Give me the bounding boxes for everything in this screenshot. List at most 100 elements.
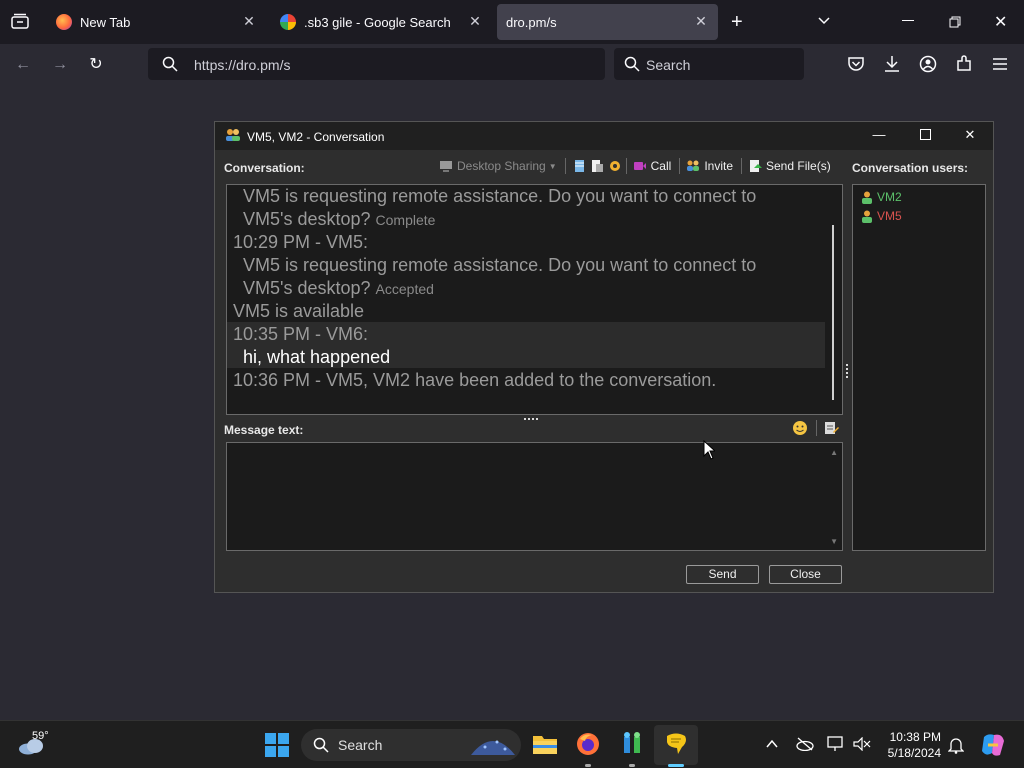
settings-icon[interactable] xyxy=(608,159,622,173)
minimize-icon[interactable]: — xyxy=(869,127,889,142)
invite-button[interactable]: Invite xyxy=(686,159,733,173)
scrollbar[interactable] xyxy=(832,225,834,400)
tab-label: .sb3 gile - Google Search xyxy=(304,14,451,30)
invite-users-icon xyxy=(687,160,700,171)
message-line: VM5 is requesting remote assistance. Do … xyxy=(243,255,757,275)
taskbar-search-box[interactable]: Search xyxy=(301,729,521,761)
document-icon[interactable] xyxy=(590,159,604,173)
scroll-down-icon[interactable]: ▼ xyxy=(830,537,838,546)
volume-muted-icon[interactable] xyxy=(853,737,871,751)
conversation-users-label: Conversation users: xyxy=(852,161,969,175)
weather-temperature: 59° xyxy=(32,730,49,742)
close-button[interactable]: Close xyxy=(769,565,842,584)
toolbar-separator xyxy=(741,158,742,174)
windows-start-icon[interactable] xyxy=(265,733,289,757)
taskbar-search-label: Search xyxy=(338,737,383,753)
call-button[interactable]: Call xyxy=(633,159,671,173)
desktop-sharing-button[interactable]: Desktop Sharing ▼ xyxy=(439,159,557,173)
chevron-up-icon[interactable] xyxy=(765,738,779,750)
tab-overview-icon[interactable] xyxy=(11,13,29,29)
search-highlight-icon xyxy=(471,740,515,755)
user-icon xyxy=(862,191,872,204)
close-tab-icon[interactable]: ✕ xyxy=(468,14,482,28)
request-status: Complete xyxy=(375,212,436,228)
forward-arrow-icon[interactable]: → xyxy=(50,55,70,75)
send-button[interactable]: Send xyxy=(686,565,759,584)
tab-google-search[interactable]: .sb3 gile - Google Search ✕ xyxy=(268,4,492,40)
reload-icon[interactable]: ↻ xyxy=(86,55,106,75)
back-arrow-icon[interactable]: ← xyxy=(13,55,33,75)
new-tab-icon[interactable]: + xyxy=(731,12,743,32)
minimize-window-icon[interactable] xyxy=(902,20,914,21)
clock-date[interactable]: 5/18/2024 xyxy=(888,746,941,760)
send-files-label: Send File(s) xyxy=(766,159,831,173)
toolbar-separator xyxy=(679,158,681,174)
search-bar[interactable]: Search xyxy=(614,48,804,80)
url-text: https://dro.pm/s xyxy=(194,57,291,73)
vertical-splitter-handle[interactable] xyxy=(846,364,849,378)
close-tab-icon[interactable]: ✕ xyxy=(694,14,708,28)
user-list-item[interactable]: VM2 xyxy=(861,190,902,204)
maximize-icon[interactable] xyxy=(915,128,935,143)
clock-time[interactable]: 10:38 PM xyxy=(890,730,941,744)
account-icon[interactable] xyxy=(919,55,937,78)
send-files-button[interactable]: Send File(s) xyxy=(748,159,831,173)
download-icon[interactable] xyxy=(883,55,901,78)
dialog-title-bar[interactable]: VM5, VM2 - Conversation — ✕ xyxy=(215,122,993,150)
desktop-sharing-label: Desktop Sharing xyxy=(457,159,546,173)
dropdown-arrow-icon: ▼ xyxy=(548,161,557,171)
close-icon[interactable]: ✕ xyxy=(960,127,980,143)
toolbar-separator xyxy=(564,158,566,174)
mouse-cursor-icon xyxy=(703,440,715,460)
display-icon[interactable] xyxy=(827,736,845,752)
conversation-users-list: VM2 VM5 xyxy=(852,184,986,551)
firefox-icon xyxy=(56,14,72,30)
system-message: 10:36 PM - VM5, VM2 have been added to t… xyxy=(233,370,717,390)
chevron-down-icon[interactable] xyxy=(816,13,832,34)
extensions-icon[interactable] xyxy=(955,55,973,78)
user-list-item[interactable]: VM5 xyxy=(861,209,902,223)
chat-app-icon[interactable] xyxy=(664,732,688,756)
weather-widget[interactable]: 59° xyxy=(18,729,58,759)
notification-bell-icon[interactable] xyxy=(948,736,964,754)
pocket-icon[interactable] xyxy=(847,55,865,78)
conversation-label: Conversation: xyxy=(224,161,305,175)
cloud-offline-icon[interactable] xyxy=(795,737,815,751)
format-text-icon[interactable] xyxy=(823,420,839,436)
message-line: VM5's desktop? Accepted xyxy=(243,278,434,299)
conversation-history[interactable]: VM5 is requesting remote assistance. Do … xyxy=(226,184,843,415)
message-line: VM5's desktop? Complete xyxy=(243,209,435,230)
user-name: VM2 xyxy=(877,190,902,204)
close-window-icon[interactable]: ✕ xyxy=(994,12,1007,32)
notebook-icon[interactable] xyxy=(572,159,586,173)
message-input[interactable]: ▲ ▼ xyxy=(226,442,843,551)
tab-dro-pm[interactable]: dro.pm/s ✕ xyxy=(497,4,718,40)
url-bar[interactable]: https://dro.pm/s xyxy=(148,48,605,80)
close-tab-icon[interactable]: ✕ xyxy=(242,14,256,28)
splitter-handle[interactable] xyxy=(524,418,538,421)
message-text: VM5's desktop? xyxy=(243,209,371,229)
message-text: VM5's desktop? xyxy=(243,278,371,298)
video-call-icon xyxy=(633,162,646,170)
file-explorer-icon[interactable] xyxy=(532,733,558,755)
search-icon xyxy=(624,56,640,72)
tab-new-tab[interactable]: New Tab ✕ xyxy=(44,4,266,40)
desktop-sharing-icon xyxy=(440,161,452,172)
dialog-title: VM5, VM2 - Conversation xyxy=(247,130,385,144)
conversation-dialog: VM5, VM2 - Conversation — ✕ Conversation… xyxy=(214,121,994,593)
restore-window-icon[interactable] xyxy=(949,15,961,33)
search-icon xyxy=(162,56,178,72)
menu-icon[interactable] xyxy=(992,57,1008,76)
toolbar-separator xyxy=(816,420,817,436)
search-placeholder: Search xyxy=(646,57,691,73)
copilot-icon[interactable] xyxy=(980,733,1006,757)
firefox-icon[interactable] xyxy=(576,732,600,756)
tab-label: New Tab xyxy=(80,14,131,30)
message-text-label: Message text: xyxy=(224,423,304,437)
taskbar: 59° Search 10:38 PM 5/18/2024 xyxy=(0,720,1024,768)
running-indicator xyxy=(585,764,591,767)
network-app-icon[interactable] xyxy=(620,731,644,757)
invite-label: Invite xyxy=(704,159,733,173)
scroll-up-icon[interactable]: ▲ xyxy=(830,448,838,457)
emoji-icon[interactable] xyxy=(792,420,808,436)
